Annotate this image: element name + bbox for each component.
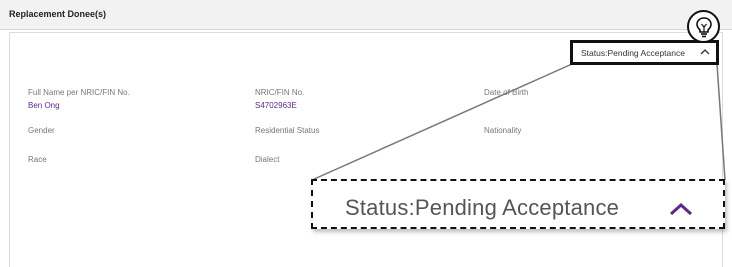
status-text: Status:Pending Acceptance bbox=[581, 48, 685, 58]
race-label: Race bbox=[28, 155, 47, 164]
donee-card bbox=[9, 32, 723, 267]
status-toggle[interactable]: Status:Pending Acceptance bbox=[570, 40, 719, 65]
section-title: Replacement Donee(s) bbox=[9, 9, 107, 19]
zoomed-status-text: Status:Pending Acceptance bbox=[345, 195, 620, 220]
nric-value: S4702963E bbox=[255, 101, 297, 110]
full-name-value: Ben Ong bbox=[28, 101, 60, 110]
full-name-label: Full Name per NRIC/FIN No. bbox=[28, 88, 130, 97]
residential-status-label: Residential Status bbox=[255, 126, 320, 135]
date-of-birth-label: Date of Birth bbox=[484, 88, 529, 97]
lightbulb-icon bbox=[696, 17, 712, 38]
nationality-label: Nationality bbox=[484, 126, 522, 135]
zoom-callout: Status:Pending Acceptance bbox=[311, 179, 725, 229]
gender-label: Gender bbox=[28, 126, 55, 135]
chevron-up-icon bbox=[700, 49, 710, 55]
section-header: Replacement Donee(s) bbox=[0, 0, 732, 30]
chevron-up-icon bbox=[669, 202, 693, 216]
nric-label: NRIC/FIN No. bbox=[255, 88, 305, 97]
dialect-label: Dialect bbox=[255, 155, 280, 164]
lightbulb-hint bbox=[687, 10, 720, 43]
